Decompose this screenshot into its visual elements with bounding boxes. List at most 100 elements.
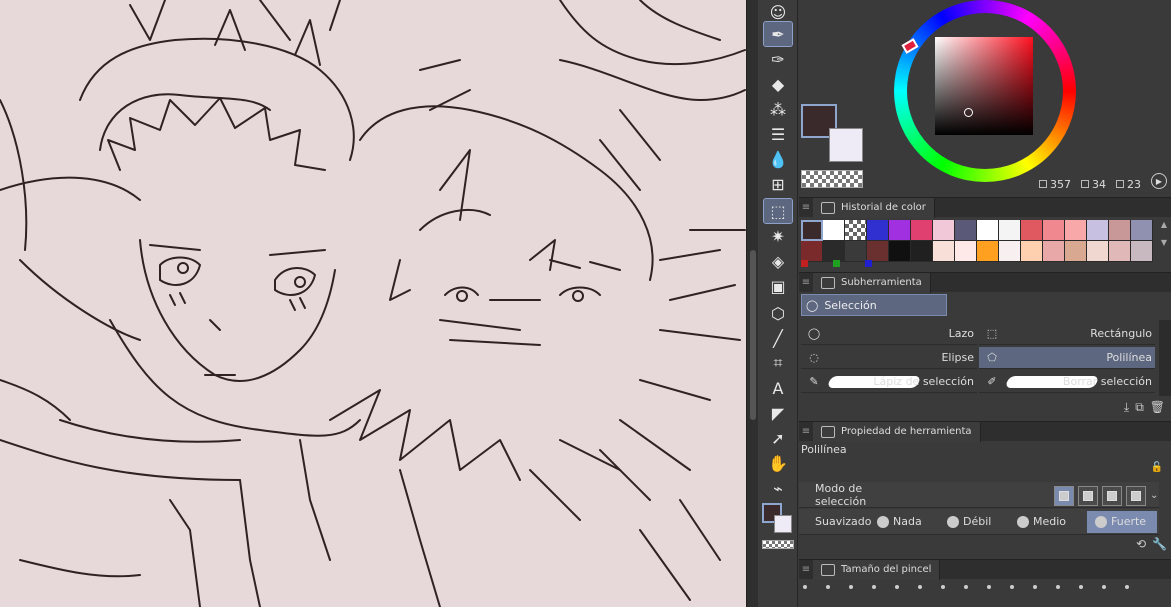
color-history-swatch[interactable] <box>889 220 911 241</box>
smoothing-strong[interactable]: Fuerte <box>1087 510 1157 533</box>
color-history-swatch[interactable] <box>801 241 823 262</box>
reset-icon[interactable]: ⟲ <box>1136 537 1146 551</box>
color-history-swatch[interactable] <box>1043 220 1065 241</box>
color-history-swatch[interactable] <box>1043 241 1065 262</box>
mode-add-selection-button[interactable] <box>1078 486 1098 506</box>
tab-tool-property[interactable]: Propiedad de herramienta <box>813 421 981 442</box>
tool-text-icon[interactable]: A <box>764 376 792 400</box>
color-history-swatch[interactable] <box>1109 220 1131 241</box>
tool-user-icon[interactable]: ☺ <box>764 0 792 24</box>
color-history-swatch[interactable] <box>867 241 889 262</box>
tool-fill-icon[interactable]: ◈ <box>764 249 792 273</box>
tab-subtool[interactable]: Subherramienta <box>813 272 931 293</box>
tool-object-icon[interactable]: ➚ <box>764 426 792 450</box>
lock-icon[interactable]: 🔓 <box>1151 462 1163 473</box>
brush-size-preset[interactable] <box>918 585 922 589</box>
import-icon[interactable]: ⤓ <box>1124 400 1129 415</box>
color-history-swatch[interactable] <box>1131 220 1153 241</box>
tab-color-history[interactable]: Historial de color <box>813 197 935 218</box>
tool-lines-icon[interactable]: ☰ <box>764 122 792 146</box>
tool-blend-icon[interactable]: 💧 <box>764 147 792 171</box>
brush-size-preset[interactable] <box>1125 585 1129 589</box>
tool-crop-icon[interactable]: ⌗ <box>764 351 792 375</box>
brush-size-preset[interactable] <box>1102 585 1106 589</box>
toolbar-sub-color-swatch[interactable] <box>774 515 792 533</box>
subtool-scrollbar[interactable] <box>1159 320 1171 396</box>
color-history-swatch[interactable] <box>1087 241 1109 262</box>
color-history-swatch[interactable] <box>977 220 999 241</box>
color-history-swatch[interactable] <box>1109 241 1131 262</box>
color-history-swatch[interactable] <box>1021 241 1043 262</box>
color-history-swatch[interactable] <box>955 241 977 262</box>
color-history-swatch[interactable] <box>823 241 845 262</box>
color-history-swatch[interactable] <box>1021 220 1043 241</box>
tool-decoration-icon[interactable]: ⁂ <box>764 97 792 121</box>
mode-new-selection-button[interactable] <box>1054 486 1074 506</box>
color-history-swatch[interactable] <box>1087 220 1109 241</box>
color-history-swatch[interactable] <box>1131 241 1153 262</box>
duplicate-icon[interactable]: ⧉ <box>1135 400 1144 415</box>
chevron-down-icon[interactable]: ⌄ <box>1150 486 1162 506</box>
color-history-swatch[interactable] <box>845 220 867 241</box>
transparent-color-swatch[interactable] <box>801 170 863 188</box>
tab-brush-size[interactable]: Tamaño del pincel <box>813 559 941 580</box>
wrench-icon[interactable]: 🔧 <box>1152 537 1167 551</box>
tool-magic-wand-icon[interactable]: ✷ <box>764 224 792 248</box>
color-history-scroll[interactable]: ▲ ▼ <box>1159 220 1169 258</box>
scrollbar-thumb[interactable] <box>750 250 756 420</box>
tool-balloon-icon[interactable]: ◤ <box>764 401 792 425</box>
brush-size-preset[interactable] <box>872 585 876 589</box>
grip-icon[interactable]: ≡ <box>799 426 813 437</box>
subtool-erase-selection[interactable]: ✐ Borrar selección <box>979 371 1155 393</box>
tool-eyedropper-icon[interactable]: ⌁ <box>764 476 792 500</box>
brush-size-preset[interactable] <box>849 585 853 589</box>
subtool-ellipse[interactable]: ◌ Elipse <box>801 347 977 369</box>
subtool-selection-pen[interactable]: ✎ Lápiz de selección <box>801 371 977 393</box>
brush-size-preset[interactable] <box>1056 585 1060 589</box>
grip-icon[interactable]: ≡ <box>799 277 813 288</box>
tool-hand-icon[interactable]: ✋ <box>764 451 792 475</box>
grip-icon[interactable]: ≡ <box>799 564 813 575</box>
smoothing-weak[interactable]: Débil <box>947 515 1017 528</box>
subtool-rectangle[interactable]: ⬚ Rectángulo <box>979 323 1155 345</box>
sv-cursor[interactable] <box>964 108 973 117</box>
tool-pen-icon[interactable]: ✒ <box>763 21 793 47</box>
grip-icon[interactable]: ≡ <box>799 202 813 213</box>
brush-size-preset[interactable] <box>1010 585 1014 589</box>
color-history-swatch[interactable] <box>889 241 911 262</box>
color-history-swatch[interactable] <box>845 241 867 262</box>
brush-size-preset[interactable] <box>964 585 968 589</box>
color-history-swatch[interactable] <box>801 220 823 241</box>
smoothing-medium[interactable]: Medio <box>1017 515 1087 528</box>
color-history-swatch[interactable] <box>911 220 933 241</box>
mode-subtract-selection-button[interactable] <box>1102 486 1122 506</box>
color-history-swatch[interactable] <box>999 241 1021 262</box>
color-history-swatch[interactable] <box>911 241 933 262</box>
brush-size-preset[interactable] <box>1033 585 1037 589</box>
color-history-swatch[interactable] <box>1065 220 1087 241</box>
sub-color-swatch[interactable] <box>829 128 863 162</box>
brush-size-preset[interactable] <box>1079 585 1083 589</box>
brush-size-preset[interactable] <box>987 585 991 589</box>
color-mode-play-icon[interactable]: ▶ <box>1151 173 1167 189</box>
toolbar-transparent-swatch[interactable] <box>762 540 794 549</box>
canvas-vertical-scrollbar[interactable] <box>746 0 758 607</box>
subtool-group-selection[interactable]: ◯ Selección <box>801 294 947 316</box>
tool-pen-nib-icon[interactable]: ✑ <box>764 47 792 71</box>
tool-grid-icon[interactable]: ⊞ <box>764 172 792 196</box>
color-history-swatch[interactable] <box>999 220 1021 241</box>
saturation-value-square[interactable] <box>935 37 1033 135</box>
color-history-swatch[interactable] <box>933 220 955 241</box>
color-history-swatch[interactable] <box>823 220 845 241</box>
drawing-canvas[interactable] <box>0 0 746 607</box>
smoothing-none[interactable]: Nada <box>877 515 947 528</box>
color-history-swatch[interactable] <box>1065 241 1087 262</box>
color-history-swatch[interactable] <box>977 241 999 262</box>
subtool-polyline[interactable]: ⬠ Polilínea <box>979 347 1155 369</box>
brush-size-preset[interactable] <box>803 585 807 589</box>
subtool-lasso[interactable]: ◯ Lazo <box>801 323 977 345</box>
mode-intersect-selection-button[interactable] <box>1126 486 1146 506</box>
tool-eraser-icon[interactable]: ◆ <box>764 72 792 96</box>
brush-size-preset[interactable] <box>895 585 899 589</box>
tool-3d-cube-icon[interactable]: ⬡ <box>764 301 792 325</box>
